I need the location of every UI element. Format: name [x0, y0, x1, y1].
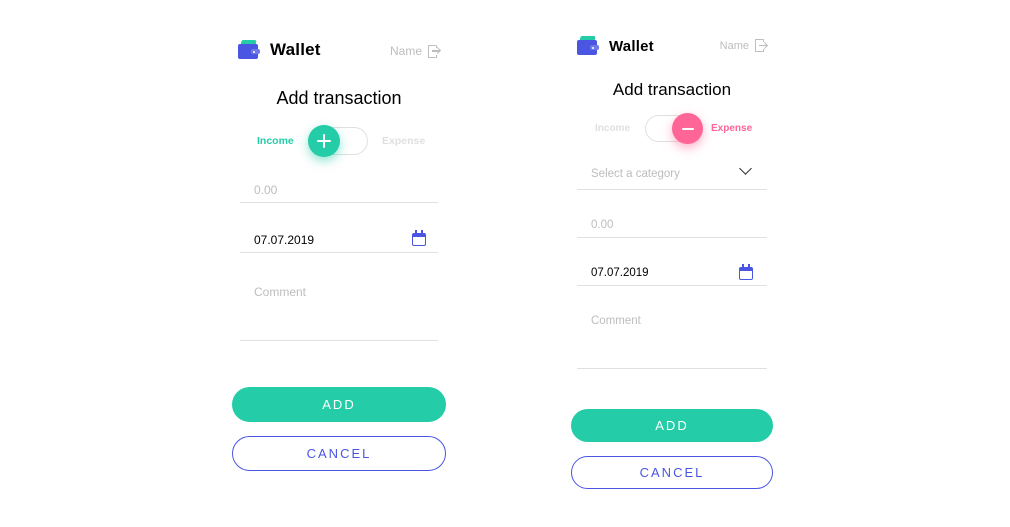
- date-input[interactable]: 07.07.2019: [591, 267, 649, 279]
- date-input[interactable]: 07.07.2019: [254, 233, 314, 247]
- income-label[interactable]: Income: [595, 123, 630, 134]
- logo[interactable]: Wallet: [238, 40, 321, 60]
- plus-icon[interactable]: [308, 125, 340, 157]
- user-menu: Name: [390, 44, 440, 58]
- transaction-type-toggle: Income Expense: [571, 112, 773, 148]
- wallet-icon: [238, 40, 260, 60]
- calendar-icon[interactable]: [412, 230, 426, 246]
- cancel-button[interactable]: CANCEL: [232, 436, 446, 471]
- amount-field[interactable]: 0.00: [577, 190, 767, 238]
- user-name: Name: [389, 44, 422, 58]
- page-title: Add transaction: [276, 88, 402, 108]
- date-field[interactable]: 07.07.2019: [577, 238, 767, 286]
- minus-icon[interactable]: [672, 113, 703, 144]
- amount-input[interactable]: 0.00: [254, 183, 277, 197]
- expense-label[interactable]: Expense: [382, 135, 425, 147]
- add-button[interactable]: ADD: [232, 387, 446, 422]
- toggle-switch[interactable]: [645, 113, 703, 144]
- calendar-icon[interactable]: [739, 264, 753, 280]
- category-placeholder[interactable]: Select a category: [591, 168, 680, 180]
- page-title: Add transaction: [612, 80, 732, 99]
- cancel-button[interactable]: CANCEL: [571, 456, 773, 489]
- comment-field[interactable]: Comment: [240, 253, 438, 341]
- add-button[interactable]: ADD: [571, 409, 773, 442]
- income-transaction-screen: Wallet Name Add transaction Income Expen…: [232, 36, 446, 471]
- user-name: Name: [719, 39, 749, 52]
- income-label[interactable]: Income: [257, 135, 294, 147]
- amount-field[interactable]: 0.00: [240, 169, 438, 203]
- transaction-type-toggle: Income Expense: [232, 123, 446, 159]
- date-field[interactable]: 07.07.2019: [240, 203, 438, 253]
- header: Wallet Name: [232, 36, 446, 68]
- toggle-switch[interactable]: [308, 125, 368, 157]
- chevron-down-icon[interactable]: [739, 162, 752, 175]
- user-menu: Name: [720, 39, 767, 52]
- logo[interactable]: Wallet: [577, 36, 654, 56]
- category-select[interactable]: Select a category: [577, 154, 767, 190]
- comment-input[interactable]: Comment: [591, 315, 641, 327]
- exit-icon[interactable]: [428, 44, 440, 58]
- expense-transaction-screen: Wallet Name Add transaction Income Expen…: [571, 30, 773, 489]
- amount-input[interactable]: 0.00: [591, 219, 613, 231]
- comment-field[interactable]: Comment: [577, 286, 767, 369]
- wallet-icon: [577, 36, 599, 56]
- brand-name: Wallet: [270, 40, 321, 59]
- comment-input[interactable]: Comment: [254, 285, 306, 299]
- header: Wallet Name: [571, 30, 773, 62]
- expense-label[interactable]: Expense: [711, 123, 752, 134]
- exit-icon[interactable]: [755, 39, 767, 52]
- brand-name: Wallet: [609, 37, 654, 55]
